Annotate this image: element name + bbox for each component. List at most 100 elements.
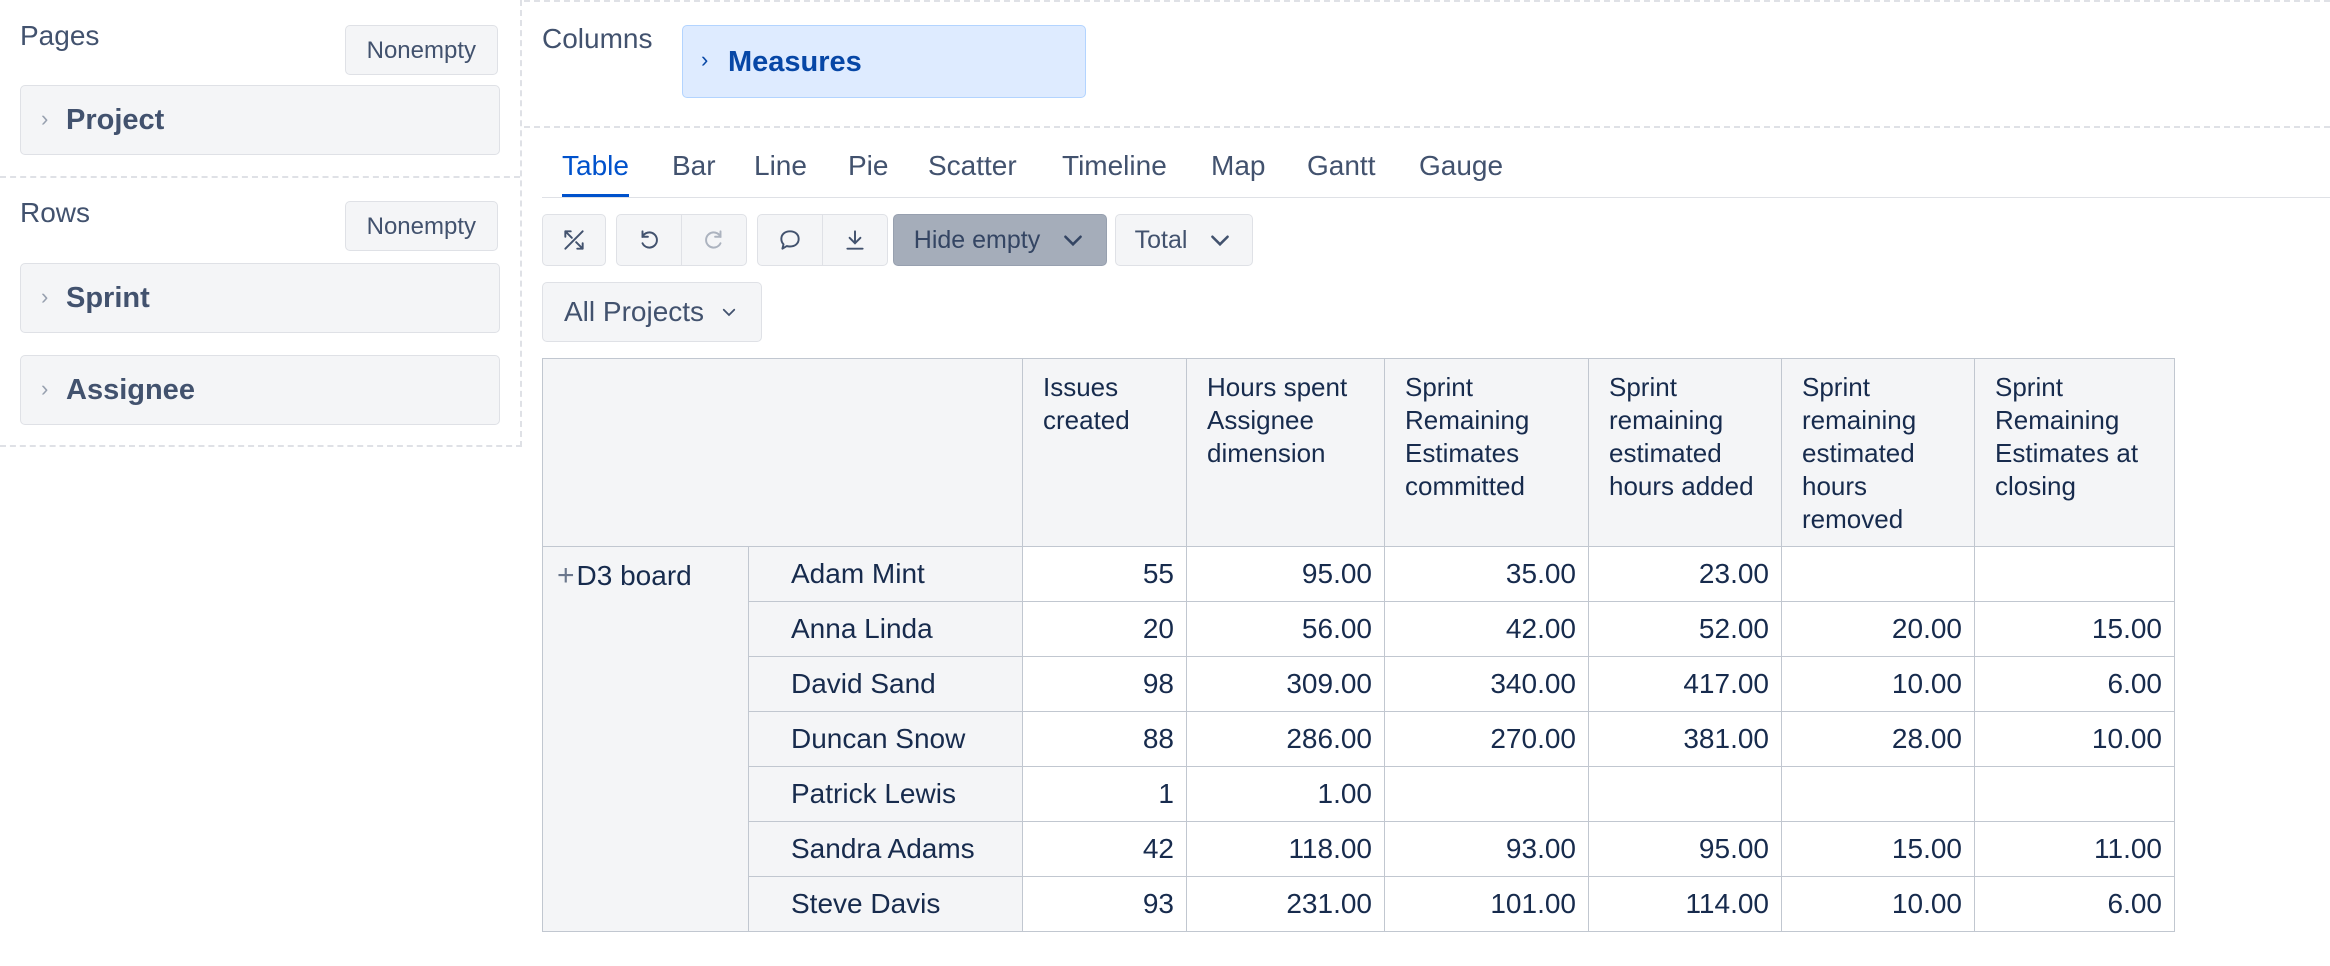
- expand-plus-icon[interactable]: +: [557, 559, 575, 592]
- column-header[interactable]: Sprint remaining estimated hours removed: [1781, 358, 1975, 547]
- undo-button[interactable]: [616, 214, 682, 266]
- table-corner: [542, 358, 1023, 547]
- column-header[interactable]: Sprint remaining estimated hours added: [1588, 358, 1782, 547]
- tab-table[interactable]: Table: [562, 150, 629, 197]
- undo-icon: [641, 230, 658, 249]
- value-cell: 381.00: [1588, 711, 1782, 767]
- value-cell: 93: [1022, 876, 1187, 932]
- value-cell: [1781, 766, 1975, 822]
- chevron-right-icon: ›: [41, 376, 49, 401]
- tab-line[interactable]: Line: [754, 150, 807, 194]
- assignee-cell[interactable]: Anna Linda: [748, 601, 1023, 657]
- value-cell: 10.00: [1781, 656, 1975, 712]
- assignee-cell[interactable]: Patrick Lewis: [748, 766, 1023, 822]
- total-label: Total: [1134, 225, 1188, 254]
- value-cell: [1974, 546, 2175, 602]
- value-cell: 35.00: [1384, 546, 1589, 602]
- value-cell: 114.00: [1588, 876, 1782, 932]
- value-cell: 23.00: [1588, 546, 1782, 602]
- value-cell: 101.00: [1384, 876, 1589, 932]
- value-cell: 6.00: [1974, 656, 2175, 712]
- report-table: Issues created Hours spent Assignee dime…: [542, 358, 2175, 932]
- table-row: Anna Linda 20 56.00 42.00 52.00 20.00 15…: [543, 601, 2175, 657]
- value-cell: 11.00: [1974, 821, 2175, 877]
- value-cell: 340.00: [1384, 656, 1589, 712]
- value-cell: 417.00: [1588, 656, 1782, 712]
- value-cell: 95.00: [1588, 821, 1782, 877]
- hide-empty-label: Hide empty: [913, 225, 1041, 254]
- value-cell: 20: [1022, 601, 1187, 657]
- fullscreen-icon: [564, 230, 584, 250]
- value-cell: 231.00: [1186, 876, 1385, 932]
- download-button[interactable]: [822, 214, 888, 266]
- chip-label: Assignee: [66, 374, 195, 406]
- tab-pie[interactable]: Pie: [848, 150, 888, 194]
- chip-label: Measures: [728, 46, 862, 78]
- assignee-cell[interactable]: Duncan Snow: [748, 711, 1023, 767]
- rows-nonempty-button[interactable]: Nonempty: [344, 201, 498, 251]
- tab-gauge[interactable]: Gauge: [1419, 150, 1503, 194]
- all-projects-dropdown[interactable]: All Projects: [542, 282, 762, 342]
- value-cell: 270.00: [1384, 711, 1589, 767]
- comment-icon: [780, 230, 800, 250]
- download-icon: [846, 230, 864, 250]
- sprint-group-label: D3 board: [576, 560, 692, 591]
- column-header[interactable]: Sprint Remaining Estimates at closing: [1974, 358, 2175, 547]
- value-cell: 6.00: [1974, 876, 2175, 932]
- sprint-group-cell[interactable]: +D3 board: [542, 546, 749, 932]
- tab-timeline[interactable]: Timeline: [1062, 150, 1167, 194]
- value-cell: [1974, 766, 2175, 822]
- value-cell: 52.00: [1588, 601, 1782, 657]
- value-cell: 28.00: [1781, 711, 1975, 767]
- value-cell: 309.00: [1186, 656, 1385, 712]
- table-row: Duncan Snow 88 286.00 270.00 381.00 28.0…: [543, 711, 2175, 767]
- value-cell: 42: [1022, 821, 1187, 877]
- value-cell: 10.00: [1781, 876, 1975, 932]
- layout-panel: Pages Nonempty › Project Rows Nonempty ›…: [0, 0, 522, 447]
- assignee-cell[interactable]: Adam Mint: [748, 546, 1023, 602]
- value-cell: 1: [1022, 766, 1187, 822]
- value-cell: [1384, 766, 1589, 822]
- value-cell: 15.00: [1974, 601, 2175, 657]
- hide-empty-dropdown[interactable]: Hide empty: [893, 214, 1107, 266]
- column-header[interactable]: Issues created: [1022, 358, 1187, 547]
- columns-section: Columns › Measures: [524, 0, 2330, 128]
- assignee-cell[interactable]: Steve Davis: [748, 876, 1023, 932]
- table-row: Steve Davis 93 231.00 101.00 114.00 10.0…: [543, 876, 2175, 932]
- rows-chip-sprint[interactable]: › Sprint: [20, 263, 500, 333]
- value-cell: 88: [1022, 711, 1187, 767]
- chevron-right-icon: ›: [41, 284, 49, 309]
- columns-title: Columns: [542, 23, 653, 54]
- tab-map[interactable]: Map: [1211, 150, 1265, 194]
- all-projects-label: All Projects: [564, 296, 705, 327]
- assignee-cell[interactable]: Sandra Adams: [748, 821, 1023, 877]
- value-cell: 286.00: [1186, 711, 1385, 767]
- chevron-down-icon: [1211, 235, 1230, 247]
- table-header-row: Issues created Hours spent Assignee dime…: [542, 358, 2175, 547]
- value-cell: 56.00: [1186, 601, 1385, 657]
- value-cell: 98: [1022, 656, 1187, 712]
- comment-button[interactable]: [757, 214, 823, 266]
- tab-bar[interactable]: Bar: [672, 150, 716, 194]
- value-cell: 10.00: [1974, 711, 2175, 767]
- value-cell: 1.00: [1186, 766, 1385, 822]
- total-dropdown[interactable]: Total: [1115, 214, 1253, 266]
- fullscreen-button[interactable]: [542, 214, 606, 266]
- column-header[interactable]: Hours spent Assignee dimension: [1186, 358, 1385, 547]
- value-cell: 118.00: [1186, 821, 1385, 877]
- value-cell: 20.00: [1781, 601, 1975, 657]
- rows-section: Rows Nonempty › Sprint › Assignee: [0, 0, 520, 445]
- redo-button[interactable]: [681, 214, 747, 266]
- table-row: +D3 board Adam Mint 55 95.00 35.00 23.00: [542, 546, 2175, 932]
- tab-scatter[interactable]: Scatter: [928, 150, 1017, 194]
- chevron-right-icon: ›: [701, 47, 709, 72]
- view-tabs: Table Bar Line Pie Scatter Timeline Map …: [542, 140, 2330, 198]
- chip-label: Sprint: [66, 282, 150, 314]
- column-header[interactable]: Sprint Remaining Estimates committed: [1384, 358, 1589, 547]
- columns-chip-measures[interactable]: › Measures: [682, 25, 1086, 98]
- value-cell: [1781, 546, 1975, 602]
- rows-chip-assignee[interactable]: › Assignee: [20, 355, 500, 425]
- rows-title: Rows: [20, 197, 91, 228]
- tab-gantt[interactable]: Gantt: [1307, 150, 1375, 194]
- assignee-cell[interactable]: David Sand: [748, 656, 1023, 712]
